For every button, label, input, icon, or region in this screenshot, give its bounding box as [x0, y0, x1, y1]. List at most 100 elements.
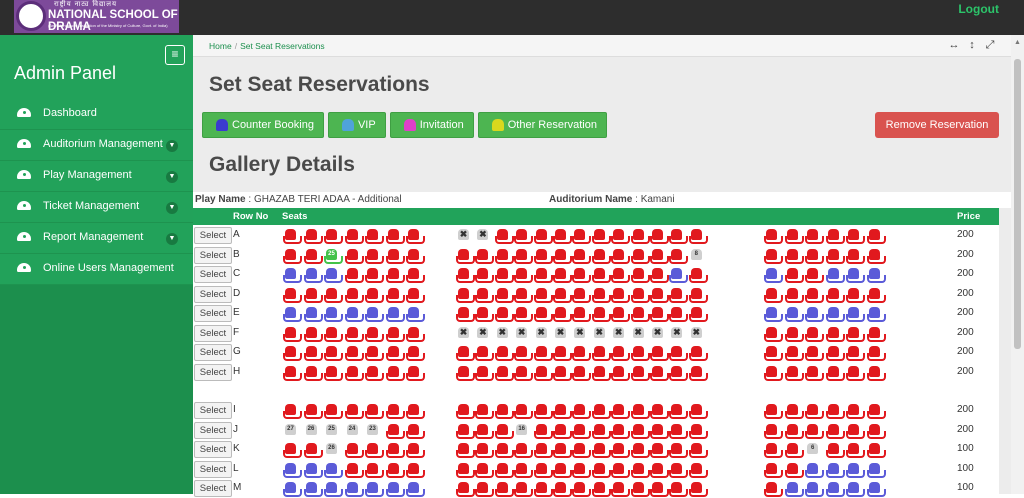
seat-icon[interactable]	[406, 287, 425, 303]
seat-icon[interactable]	[553, 346, 572, 361]
seat-icon[interactable]	[846, 346, 866, 361]
seat-icon[interactable]	[764, 268, 783, 283]
seat-icon[interactable]	[514, 248, 534, 264]
select-row-button[interactable]: Select	[194, 266, 232, 283]
seat-icon[interactable]	[494, 404, 514, 419]
seat-icon[interactable]	[553, 268, 572, 283]
seat-icon[interactable]: ✖	[475, 229, 490, 242]
seat-icon[interactable]	[365, 365, 384, 381]
seat-icon[interactable]	[324, 462, 343, 478]
seat-icon[interactable]	[805, 346, 825, 361]
seat-icon[interactable]	[475, 365, 495, 381]
seat-icon[interactable]	[846, 326, 866, 342]
seat-icon[interactable]	[303, 307, 323, 322]
seat-icon[interactable]	[514, 287, 534, 303]
seat-icon[interactable]	[324, 365, 343, 381]
scrollbar-thumb[interactable]	[1014, 59, 1021, 349]
seat-icon[interactable]	[283, 248, 302, 264]
seat-icon[interactable]	[846, 307, 866, 322]
expand-vertical-icon[interactable]: ↕	[963, 39, 981, 51]
seat-icon[interactable]	[669, 462, 689, 478]
seat-icon[interactable]: 8	[689, 248, 704, 262]
seat-icon[interactable]	[630, 423, 650, 439]
seat-icon[interactable]	[572, 443, 592, 458]
seat-icon[interactable]	[283, 307, 302, 322]
seat-icon[interactable]	[805, 248, 825, 264]
seat-icon[interactable]	[669, 365, 689, 381]
seat-icon[interactable]	[283, 287, 302, 303]
seat-icon[interactable]: ✖	[592, 326, 607, 340]
seat-icon[interactable]	[784, 365, 804, 381]
seat-icon[interactable]	[553, 365, 572, 381]
seat-icon[interactable]	[572, 287, 592, 303]
seat-icon[interactable]	[650, 404, 669, 419]
seat-icon[interactable]	[365, 462, 384, 478]
seat-icon[interactable]	[611, 404, 631, 419]
seat-icon[interactable]	[533, 365, 553, 381]
seat-icon[interactable]	[805, 462, 825, 478]
seat-icon[interactable]	[611, 365, 631, 381]
seat-icon[interactable]	[344, 229, 364, 244]
seat-icon[interactable]	[475, 443, 495, 458]
seat-icon[interactable]	[303, 326, 323, 342]
seat-icon[interactable]	[825, 346, 845, 361]
seat-icon[interactable]	[846, 404, 866, 419]
seat-icon[interactable]	[572, 462, 592, 478]
seat-icon[interactable]	[669, 443, 689, 458]
sidebar-item-3[interactable]: Ticket Management ▼	[0, 192, 193, 223]
seat-icon[interactable]	[324, 404, 343, 419]
seat-icon[interactable]	[669, 482, 689, 497]
seat-icon[interactable]	[688, 482, 708, 497]
seat-icon[interactable]	[611, 443, 631, 458]
seat-icon[interactable]	[514, 404, 534, 419]
seat-icon[interactable]	[669, 287, 689, 303]
seat-icon[interactable]	[825, 423, 845, 439]
seat-icon[interactable]: ✖	[553, 326, 568, 340]
seat-icon[interactable]	[572, 346, 592, 361]
seat-icon[interactable]	[669, 346, 689, 361]
seat-icon[interactable]: ✖	[650, 326, 665, 340]
seat-icon[interactable]: 16	[514, 423, 529, 437]
seat-icon[interactable]	[553, 229, 572, 244]
seat-icon[interactable]: 25	[324, 423, 339, 437]
seat-icon[interactable]	[553, 404, 572, 419]
seat-icon[interactable]	[385, 443, 405, 458]
nsd-logo[interactable]: राष्ट्रीय नाट्य विद्यालय NATIONAL SCHOOL…	[14, 0, 179, 33]
seat-icon[interactable]	[365, 346, 384, 361]
legend-button-1[interactable]: VIP	[327, 112, 386, 138]
sidebar-item-0[interactable]: Dashboard	[0, 99, 193, 130]
breadcrumb-current[interactable]: Set Seat Reservations	[240, 41, 325, 51]
seat-icon[interactable]	[385, 268, 405, 283]
seat-icon[interactable]	[385, 346, 405, 361]
seat-icon[interactable]	[533, 268, 553, 283]
seat-icon[interactable]	[805, 307, 825, 322]
seat-icon[interactable]	[385, 365, 405, 381]
seat-icon[interactable]	[456, 423, 475, 439]
seat-icon[interactable]	[344, 287, 364, 303]
seat-icon[interactable]	[365, 404, 384, 419]
seat-icon[interactable]: 6	[805, 443, 820, 456]
seat-icon[interactable]	[688, 268, 708, 283]
seat-icon[interactable]	[825, 307, 845, 322]
seat-icon[interactable]	[344, 346, 364, 361]
seat-icon[interactable]	[688, 443, 708, 458]
seat-icon[interactable]	[867, 229, 886, 244]
seat-icon[interactable]	[572, 365, 592, 381]
seat-icon[interactable]	[303, 229, 323, 244]
seat-icon[interactable]	[456, 365, 475, 381]
page-scrollbar[interactable]: ▲	[1011, 35, 1024, 494]
seat-icon[interactable]	[514, 462, 534, 478]
seat-icon[interactable]	[650, 268, 669, 283]
seat-icon[interactable]	[630, 482, 650, 497]
seat-icon[interactable]	[456, 248, 475, 264]
seat-icon[interactable]	[303, 443, 323, 458]
seat-icon[interactable]	[494, 248, 514, 264]
seat-icon[interactable]	[456, 404, 475, 419]
seat-icon[interactable]	[533, 482, 553, 497]
seat-icon[interactable]	[494, 365, 514, 381]
seat-icon[interactable]	[475, 307, 495, 322]
seat-icon[interactable]	[867, 346, 886, 361]
legend-button-2[interactable]: Invitation	[389, 112, 474, 138]
select-row-button[interactable]: Select	[194, 402, 232, 419]
seat-icon[interactable]	[867, 268, 886, 283]
